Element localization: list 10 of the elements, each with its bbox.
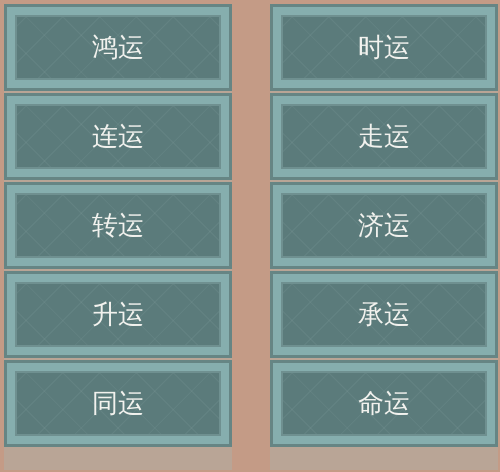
word-tile[interactable]: 命运	[273, 363, 495, 444]
word-tile[interactable]: 济运	[273, 185, 495, 266]
word-tile[interactable]: 时运	[273, 7, 495, 88]
word-tile[interactable]: 同运	[7, 363, 229, 444]
word-tile[interactable]: 升运	[7, 274, 229, 355]
word-tile[interactable]: 连运	[7, 96, 229, 177]
word-tile[interactable]: 鸿运	[7, 7, 229, 88]
word-tile[interactable]: 走运	[273, 96, 495, 177]
word-tile[interactable]: 承运	[273, 274, 495, 355]
word-tile[interactable]: 转运	[7, 185, 229, 266]
